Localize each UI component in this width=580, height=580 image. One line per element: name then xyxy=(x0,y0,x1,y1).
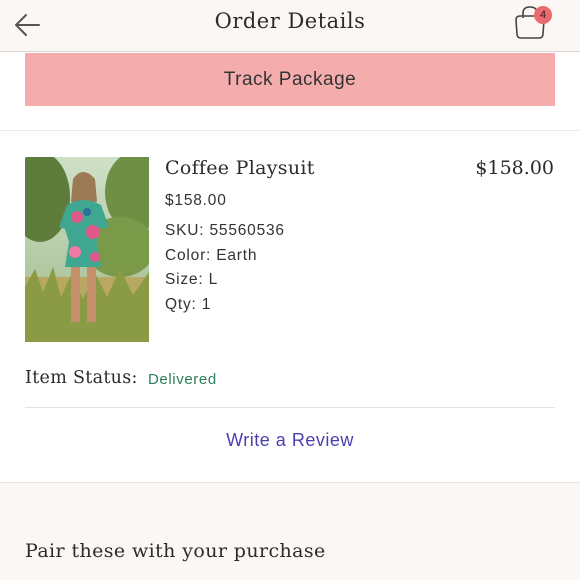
divider xyxy=(25,407,555,408)
item-status-label: Item Status: xyxy=(25,368,138,388)
product-image[interactable] xyxy=(25,157,149,342)
product-qty: Qty: 1 xyxy=(165,296,212,313)
product-size: Size: L xyxy=(165,271,218,288)
item-status-value: Delivered xyxy=(148,371,217,388)
write-review-link[interactable]: Write a Review xyxy=(0,430,580,451)
app-header: Order Details 4 xyxy=(0,0,580,52)
cart-count-badge: 4 xyxy=(534,6,552,24)
recommendations-title: Pair these with your purchase xyxy=(25,540,326,562)
product-name[interactable]: Coffee Playsuit xyxy=(165,157,315,179)
product-color: Color: Earth xyxy=(165,247,258,264)
product-photo xyxy=(25,157,149,342)
track-package-button[interactable]: Track Package xyxy=(25,53,555,106)
track-section: Track Package xyxy=(0,53,580,131)
page-title: Order Details xyxy=(214,9,366,33)
product-unit-price: $158.00 xyxy=(165,192,227,209)
product-total-price: $158.00 xyxy=(475,157,554,179)
product-sku: SKU: 55560536 xyxy=(165,222,285,239)
recommendations-section xyxy=(0,482,580,580)
